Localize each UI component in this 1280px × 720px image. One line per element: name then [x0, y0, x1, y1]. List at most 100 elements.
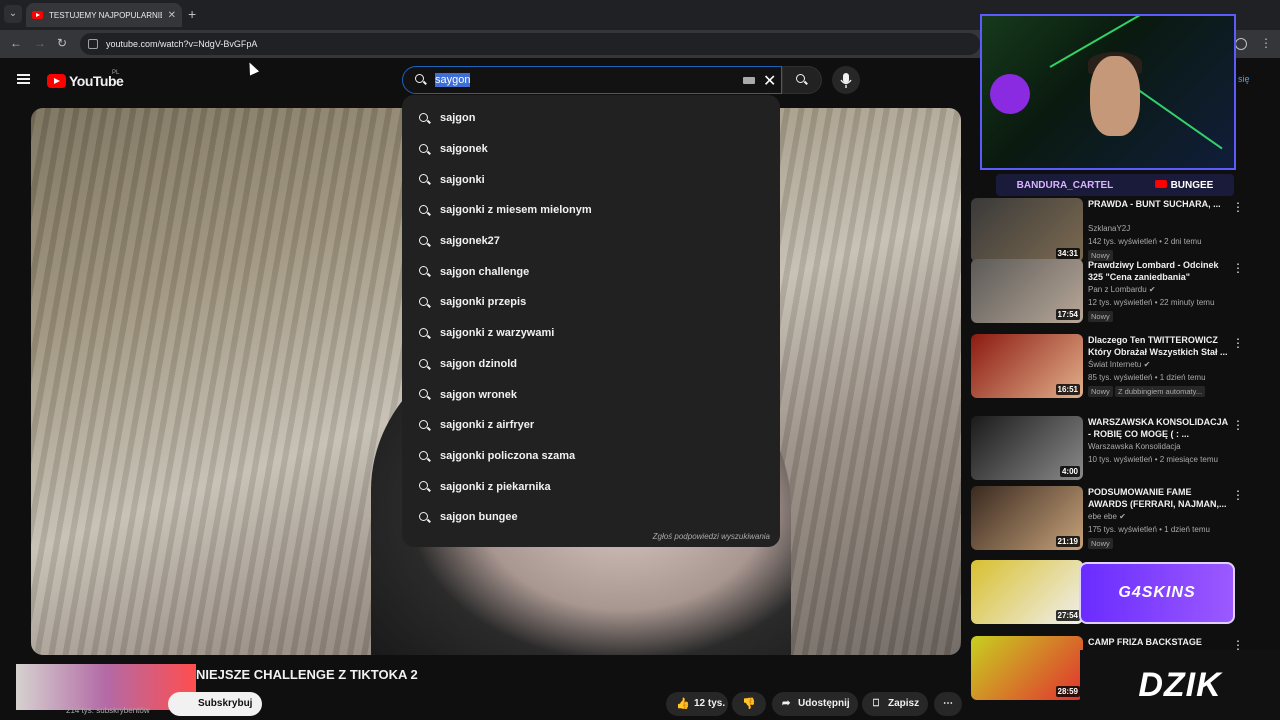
search-suggestion[interactable]: sajgonki z airfryer [402, 410, 780, 441]
video-menu-icon[interactable]: ⋮ [1232, 488, 1244, 502]
search-suggestion[interactable]: sajgonki przepis [402, 287, 780, 318]
video-title-text[interactable]: WARSZAWSKA KONSOLIDACJA - ROBIĘ CO MOGĘ … [1088, 416, 1228, 440]
address-bar[interactable]: youtube.com/watch?v=NdgV-BvGFpA [80, 33, 980, 55]
search-icon [419, 481, 431, 493]
report-suggestions-link[interactable]: Zgłoś podpowiedzi wyszukiwania [653, 532, 770, 541]
suggestion-text: sajgon [440, 112, 476, 125]
search-suggestion[interactable]: sajgonki z miesem mielonym [402, 195, 780, 226]
video-thumbnail[interactable]: 21:19 [971, 486, 1083, 550]
country-code: PL [112, 70, 120, 76]
browser-menu-icon[interactable]: ⋮ [1260, 36, 1272, 50]
search-icon [419, 235, 431, 248]
dubbing-badge: Z dubbingiem automaty... [1115, 386, 1206, 397]
tab-search-button[interactable]: ⌄ [4, 5, 22, 23]
video-thumbnail[interactable]: 17:54 [971, 259, 1083, 323]
video-info: NIEJSZE CHALLENGE Z TIKTOKA 2 214 tys. s… [16, 660, 966, 720]
search-icon [419, 143, 431, 156]
search-icon [419, 174, 431, 186]
save-button[interactable]: ⎕ Zapisz [862, 692, 928, 716]
search-suggestion[interactable]: sajgonki z piekarnika [402, 471, 780, 502]
youtube-logo-icon [47, 74, 66, 88]
like-button[interactable]: 👍 12 tys. [666, 692, 728, 716]
youtube-favicon-icon [32, 11, 43, 19]
recommended-video[interactable]: 17:54 Prawdziwy Lombard - Odcinek 325 "Ce… [970, 259, 1244, 327]
video-meta: 85 tys. wyświetleń • 1 dzień temu [1088, 373, 1206, 382]
search-suggestion[interactable]: sajgon dzinold [402, 349, 780, 380]
video-thumbnail[interactable]: 27:54 [971, 560, 1083, 624]
new-badge: Nowy [1088, 311, 1113, 322]
search-suggestion[interactable]: sajgonki z warzywami [402, 318, 780, 349]
video-menu-icon[interactable]: ⋮ [1232, 200, 1244, 214]
video-title-text[interactable]: Prawdziwy Lombard - Odcinek 325 "Cena za… [1088, 259, 1228, 283]
close-tab-icon[interactable]: ✕ [168, 10, 176, 21]
channel-name: Warszawska Konsolidacja [1088, 442, 1181, 451]
video-title-text[interactable]: PRAWDA - BUNT SUCHARA, ... [1088, 198, 1228, 210]
reload-icon[interactable]: ↻ [57, 36, 67, 50]
search-suggestion[interactable]: sajgonek27 [402, 226, 780, 257]
video-title-text[interactable]: PODSUMOWANIE FAME AWARDS (FERRARI, NAJMA… [1088, 486, 1228, 510]
menu-icon[interactable] [17, 74, 30, 85]
share-button[interactable]: ➦ Udostępnij [772, 692, 858, 716]
voice-search-button[interactable] [832, 66, 860, 94]
video-thumbnail[interactable]: 34:31 [971, 198, 1083, 262]
like-icon: 👍 [676, 698, 690, 710]
channel-name: Pan z Lombardu ✔ [1088, 285, 1156, 294]
search-suggestion[interactable]: sajgon [402, 103, 780, 134]
search-button[interactable] [782, 66, 822, 94]
search-suggestion[interactable]: sajgon bungee [402, 502, 780, 533]
video-thumbnail[interactable]: 4:00 [971, 416, 1083, 480]
search-icon [419, 266, 431, 278]
search-icon [419, 511, 431, 524]
video-thumbnail[interactable]: 28:59 [971, 636, 1083, 700]
video-duration: 21:19 [1055, 536, 1080, 547]
suggestion-text: sajgon wronek [440, 388, 518, 401]
more-actions-button[interactable]: ⋯ [934, 692, 962, 716]
search-input[interactable]: saygon [435, 73, 471, 87]
g4skins-sponsor-logo: G4SKINS [1079, 562, 1235, 624]
search-icon [419, 113, 431, 125]
new-tab-button[interactable]: + [188, 6, 196, 22]
site-info-icon[interactable] [88, 39, 98, 49]
streamer-webcam [980, 14, 1236, 170]
suggestion-text: sajgonki z miesem mielonym [440, 204, 592, 217]
video-title-text[interactable]: Dlaczego Ten TWITTEROWICZ Który Obrażał … [1088, 334, 1228, 358]
search-suggestion[interactable]: sajgonek [402, 134, 780, 165]
subscribe-button[interactable]: Subskrybuj [168, 692, 263, 716]
suggestion-text: sajgonki z warzywami [440, 327, 555, 340]
dislike-button[interactable]: 👎 [732, 692, 766, 716]
streamer-face [1090, 56, 1140, 136]
search-suggestion[interactable]: sajgon wronek [402, 379, 780, 410]
browser-tab[interactable]: TESTUJEMY NAJPOPULARNIEJS ✕ [26, 3, 182, 27]
search-suggestion[interactable]: sajgonki policzona szama [402, 441, 780, 472]
forward-icon[interactable]: → [34, 36, 46, 50]
keyboard-icon[interactable] [743, 77, 755, 84]
recommended-video[interactable]: 16:51 Dlaczego Ten TWITTEROWICZ Który Obr… [970, 334, 1244, 402]
video-menu-icon[interactable]: ⋮ [1232, 261, 1244, 275]
recommendations-sidebar: 34:31 PRAWDA - BUNT SUCHARA, ... SzklanaY2… [970, 180, 1270, 720]
url-text: youtube.com/watch?v=NdgV-BvGFpA [106, 39, 258, 49]
clear-search-icon[interactable]: ✕ [763, 71, 776, 91]
share-icon: ➦ [782, 698, 791, 709]
video-menu-icon[interactable]: ⋮ [1232, 336, 1244, 350]
search-suggestion[interactable]: sajgonki [402, 164, 780, 195]
search-box[interactable]: saygon ✕ [402, 66, 782, 94]
search-icon [415, 74, 427, 86]
search-suggestion[interactable]: sajgon challenge [402, 256, 780, 287]
channel-name: ebe ebe ✔ [1088, 512, 1126, 521]
video-menu-icon[interactable]: ⋮ [1232, 418, 1244, 432]
recommended-video[interactable]: 34:31 PRAWDA - BUNT SUCHARA, ... SzklanaY2… [970, 198, 1244, 266]
video-meta: 175 tys. wyświetleń • 1 dzień temu [1088, 525, 1210, 534]
profile-icon[interactable] [1235, 38, 1247, 50]
back-icon[interactable]: ← [10, 36, 22, 50]
suggestion-text: sajgonki przepis [440, 296, 527, 309]
video-title-text[interactable]: CAMP FRIZA BACKSTAGE [1088, 636, 1228, 648]
channel-name: Świat Internetu ✔ [1088, 360, 1151, 369]
video-duration: 16:51 [1055, 384, 1080, 395]
video-thumbnail[interactable]: 16:51 [971, 334, 1083, 398]
recommended-video[interactable]: 4:00 WARSZAWSKA KONSOLIDACJA - ROBIĘ CO M… [970, 416, 1244, 484]
more-icon: ⋯ [943, 698, 953, 709]
new-badge: Nowy [1088, 386, 1113, 397]
recommended-video[interactable]: 21:19 PODSUMOWANIE FAME AWARDS (FERRARI, … [970, 486, 1244, 554]
suggestion-text: sajgonki z airfryer [440, 419, 535, 432]
subscriber-count: 214 tys. subskrybentów [66, 706, 150, 715]
